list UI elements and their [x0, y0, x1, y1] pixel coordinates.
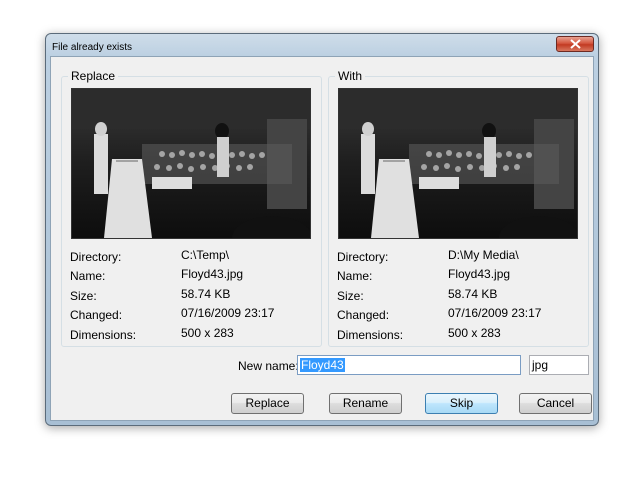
with-group-label: With: [335, 69, 365, 83]
with-directory-label: Directory:: [337, 250, 389, 264]
concert-photo-thumbnail: [72, 89, 310, 238]
replace-directory-label: Directory:: [70, 250, 122, 264]
replace-group: Replace Directory: C:\Temp\ Name: Floyd4…: [61, 69, 322, 347]
new-name-selected-text: Floyd43: [300, 358, 345, 372]
with-name-label: Name:: [337, 269, 373, 283]
new-name-input[interactable]: Floyd43: [297, 355, 521, 375]
with-size-value: 58.74 KB: [448, 287, 498, 301]
replace-group-label: Replace: [68, 69, 119, 83]
close-icon: [570, 39, 581, 49]
new-name-label: New name:: [238, 359, 299, 373]
with-image-preview: [338, 88, 578, 239]
with-dimensions-label: Dimensions:: [337, 328, 404, 342]
replace-changed-value: 07/16/2009 23:17: [181, 306, 275, 320]
replace-size-label: Size:: [70, 289, 97, 303]
replace-name-value: Floyd43.jpg: [181, 267, 244, 281]
extension-input[interactable]: jpg: [529, 355, 589, 375]
with-group: With Directory: D:\My Media\ Name: Floyd…: [328, 69, 589, 347]
skip-button[interactable]: Skip: [425, 393, 498, 414]
with-size-label: Size:: [337, 289, 364, 303]
close-button[interactable]: [556, 36, 594, 52]
dialog-client-area: Replace Directory: C:\Temp\ Name: Floyd4…: [50, 56, 594, 421]
with-name-value: Floyd43.jpg: [448, 267, 511, 281]
with-changed-label: Changed:: [337, 308, 390, 322]
window-title: File already exists: [52, 42, 133, 53]
with-changed-value: 07/16/2009 23:17: [448, 306, 542, 320]
replace-image-preview: [71, 88, 311, 239]
replace-directory-value: C:\Temp\: [181, 248, 230, 262]
rename-button[interactable]: Rename: [329, 393, 402, 414]
replace-size-value: 58.74 KB: [181, 287, 231, 301]
with-directory-value: D:\My Media\: [448, 248, 519, 262]
replace-name-label: Name:: [70, 269, 106, 283]
replace-dimensions-value: 500 x 283: [181, 326, 234, 340]
replace-changed-label: Changed:: [70, 308, 123, 322]
with-dimensions-value: 500 x 283: [448, 326, 501, 340]
cancel-button[interactable]: Cancel: [519, 393, 592, 414]
replace-button[interactable]: Replace: [231, 393, 304, 414]
dialog-window: File already exists Replace Directory: C…: [45, 33, 599, 426]
concert-photo-thumbnail: [339, 89, 577, 238]
replace-dimensions-label: Dimensions:: [70, 328, 137, 342]
